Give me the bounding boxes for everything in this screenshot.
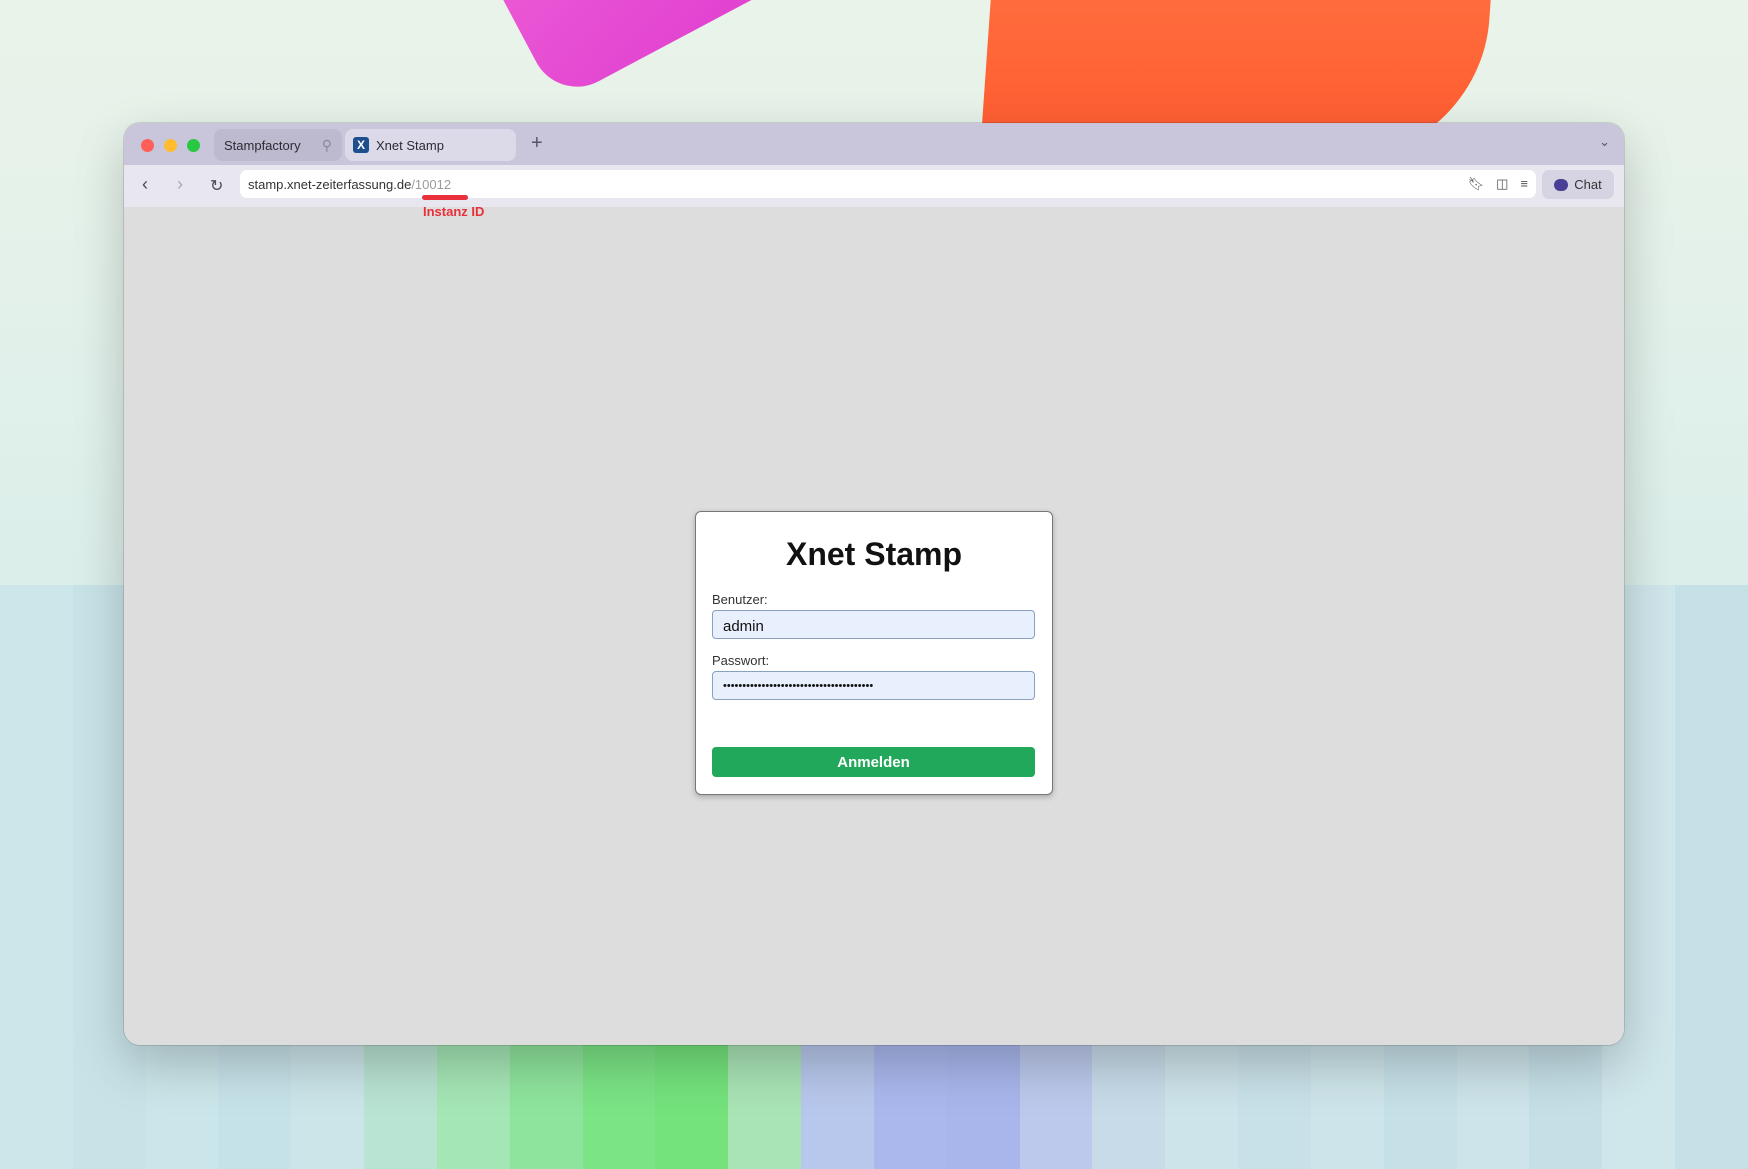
chat-button[interactable]: Chat (1542, 170, 1614, 199)
back-icon[interactable]: ‹ (142, 174, 148, 195)
tab-label: Stampfactory (224, 137, 301, 153)
url-bar[interactable]: stamp.xnet-zeiterfassung.de/10012 🔖︎ ◫ ≡ (240, 170, 1536, 198)
username-input[interactable]: admin (712, 610, 1035, 639)
split-view-icon[interactable]: ◫ (1496, 176, 1508, 192)
tab-label: Xnet Stamp (376, 137, 444, 153)
user-label: Benutzer: (712, 592, 768, 607)
tab-bar: Stampfactory ⚲ X Xnet Stamp + ⌄ (124, 123, 1624, 165)
password-input[interactable]: ••••••••••••••••••••••••••••••••••••••• (712, 671, 1035, 700)
minimize-window-button[interactable] (164, 139, 177, 152)
chevron-down-icon[interactable]: ⌄ (1599, 134, 1610, 150)
chat-label: Chat (1574, 177, 1602, 192)
tab-xnet-stamp[interactable]: X Xnet Stamp (345, 129, 516, 161)
url-text: stamp.xnet-zeiterfassung.de/10012 (248, 177, 451, 192)
url-host: stamp.xnet-zeiterfassung.de (248, 177, 412, 192)
annotation-label: Instanz ID (423, 204, 485, 219)
login-button[interactable]: Anmelden (712, 747, 1035, 777)
login-card: Xnet Stamp Benutzer: admin Passwort: •••… (695, 511, 1053, 795)
chat-bubble-icon (1554, 178, 1569, 191)
new-tab-icon[interactable]: + (531, 132, 543, 155)
pin-icon[interactable]: ⚲ (322, 137, 332, 154)
browser-window: Stampfactory ⚲ X Xnet Stamp + ⌄ ‹ › ↻ st… (124, 123, 1624, 1045)
forward-icon[interactable]: › (177, 174, 183, 195)
url-path: /10012 (411, 177, 452, 192)
password-label: Passwort: (712, 653, 770, 668)
settings-sliders-icon[interactable]: ≡ (1520, 176, 1528, 192)
annotation-underline (422, 195, 468, 200)
reload-icon[interactable]: ↻ (210, 176, 223, 196)
page-viewport: Xnet Stamp Benutzer: admin Passwort: •••… (124, 207, 1624, 1045)
close-window-button[interactable] (141, 139, 154, 152)
tab-stampfactory[interactable]: Stampfactory ⚲ (214, 129, 342, 161)
maximize-window-button[interactable] (187, 139, 200, 152)
toolbar: ‹ › ↻ stamp.xnet-zeiterfassung.de/10012 … (124, 165, 1624, 207)
xnet-favicon-icon: X (353, 137, 369, 153)
bookmark-icon[interactable]: 🔖︎ (1468, 176, 1485, 192)
url-bar-icons: 🔖︎ ◫ ≡ (1468, 176, 1528, 192)
login-title: Xnet Stamp (785, 536, 963, 572)
